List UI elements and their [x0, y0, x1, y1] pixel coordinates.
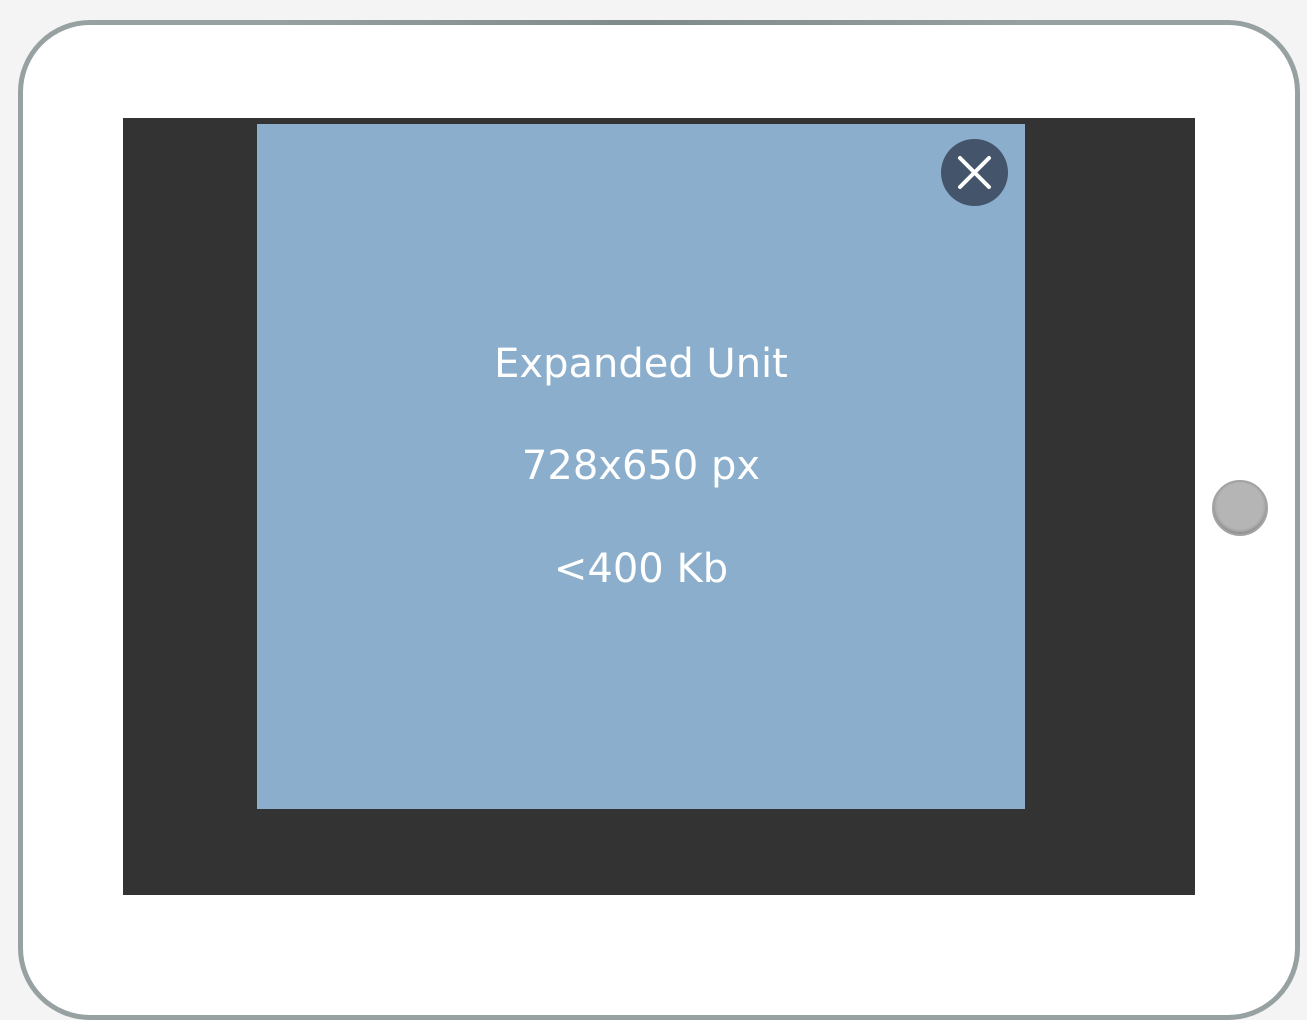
- home-button[interactable]: [1212, 480, 1268, 536]
- close-button[interactable]: [941, 139, 1008, 206]
- ad-unit-title: Expanded Unit: [494, 341, 788, 387]
- tablet-screen: Expanded Unit 728x650 px <400 Kb: [123, 118, 1195, 895]
- close-icon: [958, 156, 991, 189]
- ad-unit-file-size: <400 Kb: [553, 546, 729, 592]
- expanded-ad-unit[interactable]: Expanded Unit 728x650 px <400 Kb: [257, 124, 1025, 809]
- ad-unit-dimensions: 728x650 px: [521, 443, 761, 489]
- tablet-top-edge-highlight: [260, 20, 1040, 25]
